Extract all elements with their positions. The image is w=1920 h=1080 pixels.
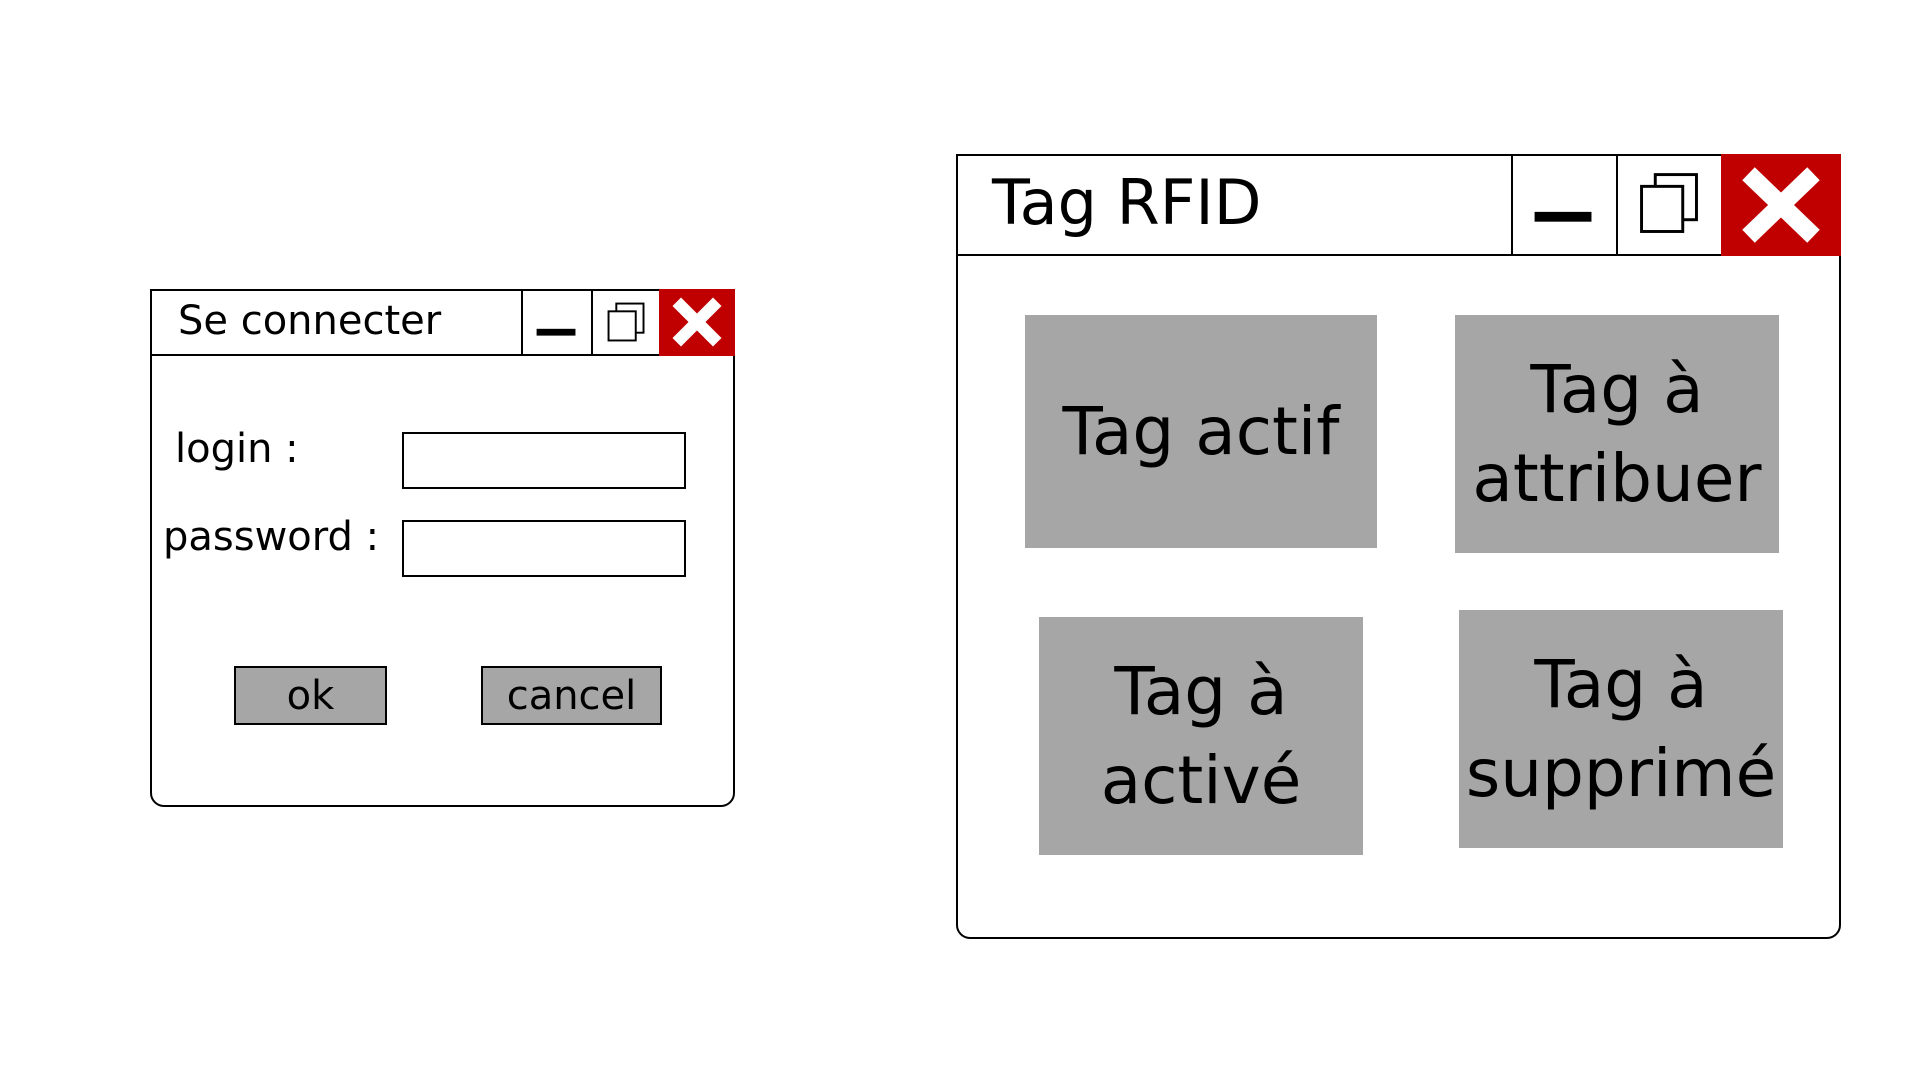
minimize-icon — [536, 328, 576, 336]
password-label: password : — [163, 514, 380, 560]
login-label: login : — [175, 426, 299, 472]
login-window-title: Se connecter — [178, 298, 442, 344]
rfid-titlebar[interactable]: Tag RFID — [958, 154, 1841, 256]
login-close-button[interactable] — [659, 289, 735, 356]
cancel-button[interactable]: cancel — [481, 666, 662, 725]
close-icon — [672, 297, 722, 347]
tag-tile-attribuer[interactable]: Tag à attribuer — [1455, 315, 1779, 553]
tag-tile-activer[interactable]: Tag à activé — [1039, 617, 1363, 855]
login-maximize-button[interactable] — [591, 291, 661, 354]
login-input[interactable] — [402, 432, 686, 489]
rfid-close-button[interactable] — [1721, 154, 1841, 256]
password-input[interactable] — [402, 520, 686, 577]
rfid-window: Tag RFID Tag actif Tag à attribuer Tag à… — [956, 154, 1841, 939]
login-window: Se connecter login : password : ok cance… — [150, 289, 735, 807]
rfid-window-title: Tag RFID — [992, 166, 1262, 239]
close-icon — [1742, 167, 1820, 243]
tag-tile-supprimer[interactable]: Tag à supprimé — [1459, 610, 1783, 848]
rfid-maximize-button[interactable] — [1616, 156, 1721, 254]
minimize-icon — [1534, 211, 1592, 222]
tag-tile-actif[interactable]: Tag actif — [1025, 315, 1377, 548]
restore-icon — [607, 302, 645, 342]
login-minimize-button[interactable] — [521, 291, 591, 354]
ok-button[interactable]: ok — [234, 666, 387, 725]
restore-icon — [1640, 173, 1698, 233]
rfid-minimize-button[interactable] — [1511, 156, 1616, 254]
login-titlebar[interactable]: Se connecter — [152, 289, 735, 356]
